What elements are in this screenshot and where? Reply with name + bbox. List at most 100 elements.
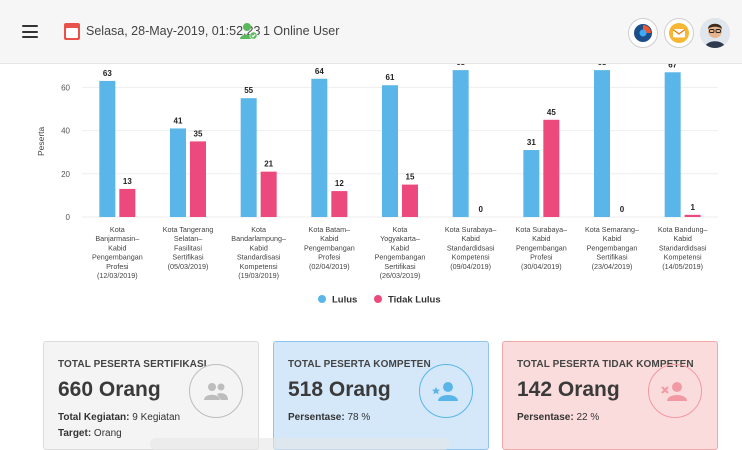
y-tick-label: 40 <box>61 127 70 136</box>
data-label: 21 <box>264 160 273 169</box>
legend-marker <box>374 295 382 303</box>
x-tick-label: Kota <box>251 225 266 234</box>
x-tick-label: Kota Batam– <box>309 225 351 234</box>
x-tick-label: (14/05/2019) <box>662 262 703 271</box>
data-label: 55 <box>244 86 253 95</box>
x-tick-label: Selatan– <box>174 234 202 243</box>
x-tick-label: Kabid <box>603 234 621 243</box>
data-label: 31 <box>527 138 536 147</box>
bar-tidak-lulus <box>402 184 418 217</box>
data-label: 0 <box>478 205 483 214</box>
x-tick-label: Kabid <box>249 243 267 252</box>
x-tick-label: Profesi <box>106 262 129 271</box>
data-label: 61 <box>386 73 395 82</box>
x-tick-label: Bandarlampung– <box>231 234 286 243</box>
bar-tidak-lulus <box>119 188 136 217</box>
user-x-icon <box>648 364 702 418</box>
data-label: 1 <box>690 203 695 212</box>
legend-marker <box>318 295 326 303</box>
x-tick-label: Standardisasi <box>237 253 281 262</box>
user-online-icon <box>240 23 258 40</box>
datetime-text: Selasa, 28-May-2019, 01:52:23 <box>86 24 261 38</box>
x-tick-label: Sertifikasi <box>596 253 628 262</box>
x-tick-label: Profesi <box>318 253 341 262</box>
bar-lulus <box>664 72 681 217</box>
data-label: 45 <box>547 108 556 117</box>
x-tick-label: (19/03/2019) <box>238 271 279 280</box>
bar-tidak-lulus <box>190 141 206 217</box>
data-label: 67 <box>668 64 677 69</box>
bar-lulus <box>452 70 469 218</box>
bar-tidak-lulus <box>260 171 277 217</box>
bar-lulus <box>240 98 257 217</box>
x-tick-label: Banjarmasin– <box>95 234 139 243</box>
data-label: 63 <box>103 69 112 78</box>
x-tick-label: Sertifikasi <box>172 253 204 262</box>
y-tick-label: 60 <box>61 83 70 92</box>
card-line-1-value: 9 Kegiatan <box>129 412 181 423</box>
stat-card: TOTAL PESERTA KOMPETEN 518 Orang Persentas… <box>273 341 489 450</box>
card-value: 660 Orang <box>58 378 161 401</box>
card-line-2-value: Orang <box>91 428 122 439</box>
data-label: 15 <box>406 173 415 182</box>
bar-lulus <box>311 78 328 217</box>
card-title: TOTAL PESERTA KOMPETEN <box>288 359 431 370</box>
x-tick-label: Kota Surabaya– <box>445 225 497 234</box>
stat-card: TOTAL PESERTA SERTIFIKASI 660 Orang Total … <box>43 341 259 450</box>
x-tick-label: Kota Semarang– <box>585 225 639 234</box>
data-label: 64 <box>315 67 324 76</box>
x-tick-label: Kota <box>393 225 408 234</box>
card-title: TOTAL PESERTA SERTIFIKASI <box>58 359 207 370</box>
x-tick-label: Kabid <box>673 234 691 243</box>
card-line-1-label: Persentase: <box>517 412 574 423</box>
data-label: 68 <box>598 64 607 67</box>
y-tick-label: 0 <box>66 213 71 222</box>
x-tick-label: (02/04/2019) <box>309 262 350 271</box>
x-tick-label: Kota Tangerang <box>163 225 214 234</box>
browser-icon <box>634 24 652 42</box>
top-bar: Selasa, 28-May-2019, 01:52:23 1 Online U… <box>0 0 742 64</box>
x-tick-label: Sertifikasi <box>384 262 416 271</box>
group-icon <box>189 364 243 418</box>
card-line-2: Target: Orang <box>58 428 122 439</box>
x-tick-label: (09/04/2019) <box>450 262 491 271</box>
x-tick-label: Kompetensi <box>240 262 278 271</box>
mail-icon <box>669 23 689 43</box>
card-line-1-value: 78 % <box>344 412 371 423</box>
participants-chart: 0 20 40 60 Peserta 63 13 Kota Banjarmasin– Kabid P… <box>0 58 742 324</box>
data-label: 13 <box>123 177 132 186</box>
menu-icon[interactable] <box>22 25 38 38</box>
x-tick-label: Kabid <box>532 234 550 243</box>
x-tick-label: (23/04/2019) <box>592 262 633 271</box>
legend-label: Tidak Lulus <box>388 295 441 306</box>
legend-label: Lulus <box>332 295 357 306</box>
x-tick-label: Kompetensi <box>664 253 702 262</box>
calendar-icon <box>64 23 80 40</box>
card-line-1: Persentase: 78 % <box>288 412 370 423</box>
data-label: 12 <box>335 179 344 188</box>
x-tick-label: Kabid <box>108 243 126 252</box>
card-value: 142 Orang <box>517 378 620 401</box>
bar-lulus <box>523 150 540 217</box>
data-label: 41 <box>174 116 183 125</box>
mail-button[interactable] <box>664 18 694 48</box>
x-tick-label: Kabid <box>391 243 409 252</box>
x-tick-label: Kabid <box>320 234 338 243</box>
x-tick-label: Standardidsasi <box>659 243 707 252</box>
x-tick-label: Yogyakarta– <box>380 234 420 243</box>
card-line-1-label: Persentase: <box>288 412 345 423</box>
avatar[interactable] <box>700 18 730 48</box>
card-value: 518 Orang <box>288 378 391 401</box>
bar-tidak-lulus <box>331 191 348 217</box>
x-tick-label: Fasilitasi <box>174 243 202 252</box>
bottom-overlay <box>150 438 450 450</box>
x-tick-label: Kota <box>110 225 125 234</box>
x-tick-label: (30/04/2019) <box>521 262 562 271</box>
stat-card: TOTAL PESERTA TIDAK KOMPETEN 142 Orang Per… <box>502 341 718 450</box>
card-line-1: Persentase: 22 % <box>517 412 599 423</box>
online-users-text: 1 Online User <box>263 24 340 38</box>
bar-chart: 0204060Peserta6313KotaBanjarmasin–KabidP… <box>36 58 718 306</box>
browser-button[interactable] <box>628 18 658 48</box>
x-tick-label: (12/03/2019) <box>97 271 138 280</box>
card-line-1: Total Kegiatan: 9 Kegiatan <box>58 412 180 423</box>
